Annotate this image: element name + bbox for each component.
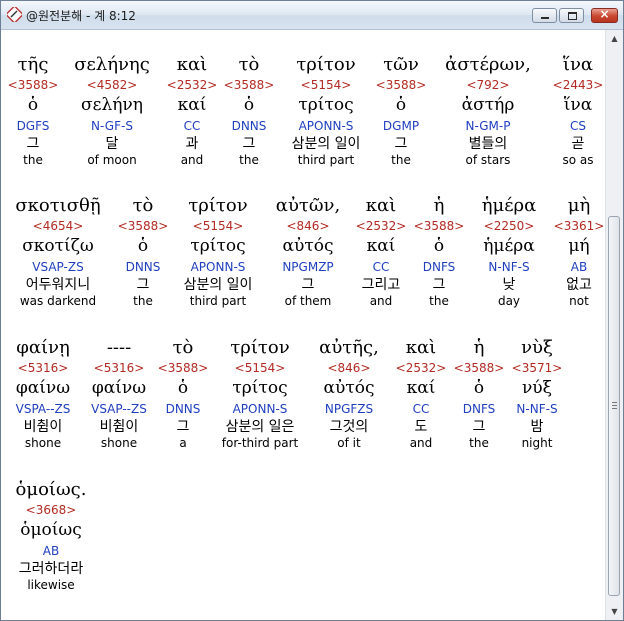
interlinear-content: τῆς <3588> ὁ DGFS 그 the σελήνης <4582> σελήνη N-G… [1,30,605,620]
korean-gloss: 그러하더라 [18,561,84,577]
greek-word: ὁμοίως. [15,479,87,500]
strong-number: <3361> [553,219,605,233]
minimize-icon [541,17,549,19]
lemma: ὁμοίως [20,520,82,540]
vertical-scrollbar[interactable]: ▲ ▼ [605,30,623,620]
greek-word: μὴ [567,195,591,216]
word-column[interactable]: ἵνα <2443> ἵνα CS 곧 so as [518,52,605,168]
english-gloss: likewise [27,578,75,592]
minimize-button[interactable] [532,8,557,23]
english-gloss: so as [562,153,594,167]
scroll-thumb[interactable] [608,216,620,596]
title-bar[interactable]: @원전분해 - 계 8:12 × [1,1,623,30]
app-icon [7,7,22,22]
window-title: @원전분해 - 계 8:12 [26,9,136,23]
lemma: μή [568,236,590,256]
maximize-icon [568,12,577,20]
strong-number: <3571> [511,361,563,375]
english-gloss: night [521,436,553,450]
korean-gloss: 밤 [530,419,544,435]
greek-word: νὺξ [521,337,553,358]
parsing-code: AB [42,544,60,558]
strong-number: <3668> [25,503,77,517]
korean-gloss: 곧 [571,136,585,152]
scroll-up-arrow-icon[interactable]: ▲ [606,30,623,47]
scroll-grip-icon [612,402,617,409]
korean-gloss: 없고 [566,277,592,293]
maximize-button[interactable] [559,8,584,23]
parsing-code: AB [570,260,588,274]
word-column[interactable]: μὴ <3361> μή AB 없고 not [519,193,605,309]
scroll-down-arrow-icon[interactable]: ▼ [606,603,623,620]
greek-word: ἵνα [562,54,594,75]
close-icon: × [599,7,610,21]
lemma: ἵνα [563,95,593,115]
english-gloss: not [569,294,589,308]
lemma: νύξ [521,378,553,398]
word-column[interactable]: ὁμοίως. <3668> ὁμοίως AB 그러하더라 likewise [1,477,111,593]
parsing-code: CS [570,119,586,133]
word-column[interactable]: νὺξ <3571> νύξ N-NF-S 밤 night [477,335,597,451]
app-window: @원전분해 - 계 8:12 × τῆς <3588> ὁ DGFS 그 the σελήν… [0,0,624,621]
strong-number: <2443> [552,78,604,92]
close-button[interactable]: × [591,7,618,23]
parsing-code: N-NF-S [516,402,558,416]
